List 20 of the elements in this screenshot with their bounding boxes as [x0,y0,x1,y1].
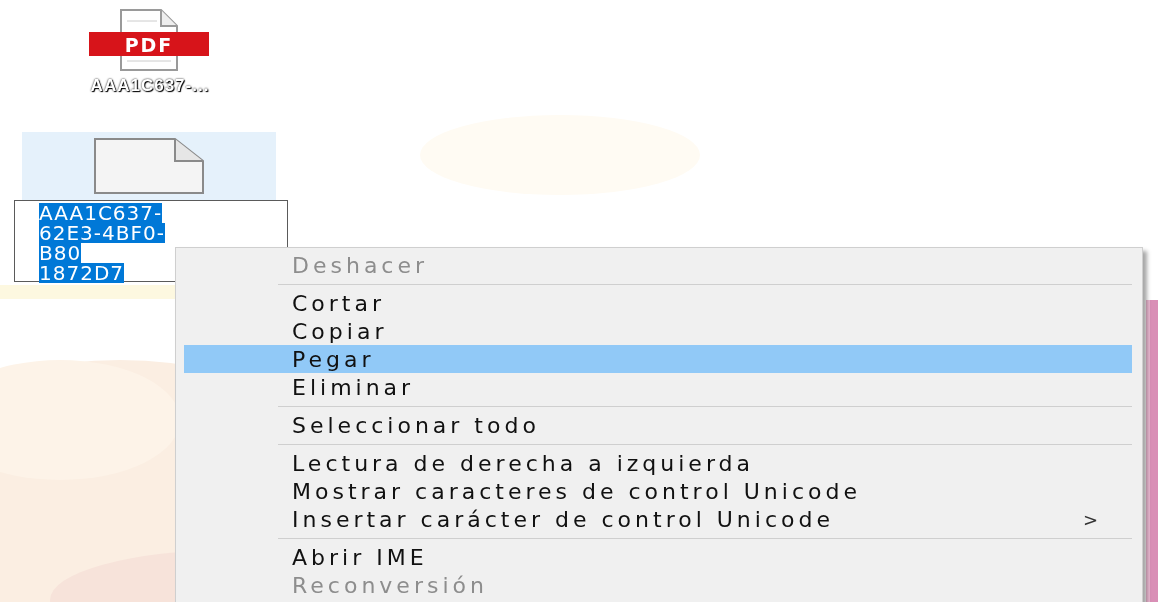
menu-item[interactable]: Seleccionar todo [184,411,1132,439]
menu-item[interactable]: Lectura de derecha a izquierda [184,449,1132,477]
desktop-icon[interactable]: PDF [22,8,276,76]
menu-item[interactable]: Cortar [184,289,1132,317]
blank-file-icon [93,137,205,195]
pdf-label: PDF [124,34,174,56]
menu-item[interactable]: Pegar [184,345,1132,373]
file-name: AAA1C637-... [89,76,211,96]
pdf-file-icon [87,9,211,71]
menu-item[interactable]: Abrir IME [184,543,1132,571]
submenu-arrow: > [1082,508,1102,530]
selected-desktop-icon[interactable] [22,132,276,200]
menu-item[interactable]: Insertar carácter de control Unicode > [184,505,1132,533]
menu-item[interactable]: Copiar [184,317,1132,345]
selected-text: 1872D7 [39,263,125,283]
selected-text: 62E3-4BF0- [39,223,165,243]
menu-item[interactable]: Eliminar [184,373,1132,401]
selected-text: AAA1C637- [39,203,163,223]
selected-text: B80 [39,243,82,263]
menu-item[interactable]: Mostrar caracteres de control Unicode [184,477,1132,505]
